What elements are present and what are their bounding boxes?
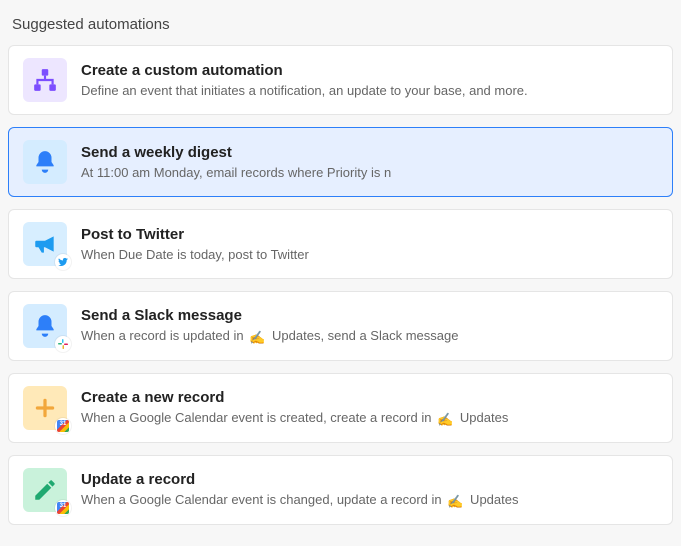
- suggestion-slack-message[interactable]: Send a Slack message When a record is up…: [8, 291, 673, 361]
- hand-writing-icon: ✍️: [249, 330, 265, 346]
- suggestion-title: Create a new record: [81, 389, 658, 406]
- suggestion-custom-automation[interactable]: Create a custom automation Define an eve…: [8, 45, 673, 115]
- suggestion-desc: Define an event that initiates a notific…: [81, 83, 658, 98]
- suggestion-update-record[interactable]: Update a record When a Google Calendar e…: [8, 455, 673, 525]
- megaphone-icon: [23, 222, 67, 266]
- suggestion-weekly-digest[interactable]: Send a weekly digest At 11:00 am Monday,…: [8, 127, 673, 197]
- workflow-icon: [23, 58, 67, 102]
- google-calendar-badge-icon: [55, 418, 71, 434]
- hand-writing-icon: ✍️: [437, 412, 453, 428]
- suggestion-title: Send a Slack message: [81, 307, 658, 324]
- suggestion-desc: When Due Date is today, post to Twitter: [81, 247, 658, 262]
- slack-badge-icon: [55, 336, 71, 352]
- bell-icon: [23, 140, 67, 184]
- plus-icon: [23, 386, 67, 430]
- suggestion-desc: When a record is updated in ✍️ Updates, …: [81, 328, 658, 346]
- pencil-icon: [23, 468, 67, 512]
- suggestion-title: Create a custom automation: [81, 62, 658, 79]
- google-calendar-badge-icon: [55, 500, 71, 516]
- suggestion-title: Update a record: [81, 471, 658, 488]
- suggestion-post-twitter[interactable]: Post to Twitter When Due Date is today, …: [8, 209, 673, 279]
- hand-writing-icon: ✍️: [447, 494, 463, 510]
- suggestion-desc: At 11:00 am Monday, email records where …: [81, 165, 658, 180]
- suggestion-desc: When a Google Calendar event is created,…: [81, 410, 658, 428]
- twitter-badge-icon: [55, 254, 71, 270]
- suggestion-title: Send a weekly digest: [81, 144, 658, 161]
- suggestion-create-record[interactable]: Create a new record When a Google Calend…: [8, 373, 673, 443]
- section-title: Suggested automations: [12, 16, 669, 33]
- suggestion-desc: When a Google Calendar event is changed,…: [81, 492, 658, 510]
- bell-icon: [23, 304, 67, 348]
- suggestion-title: Post to Twitter: [81, 226, 658, 243]
